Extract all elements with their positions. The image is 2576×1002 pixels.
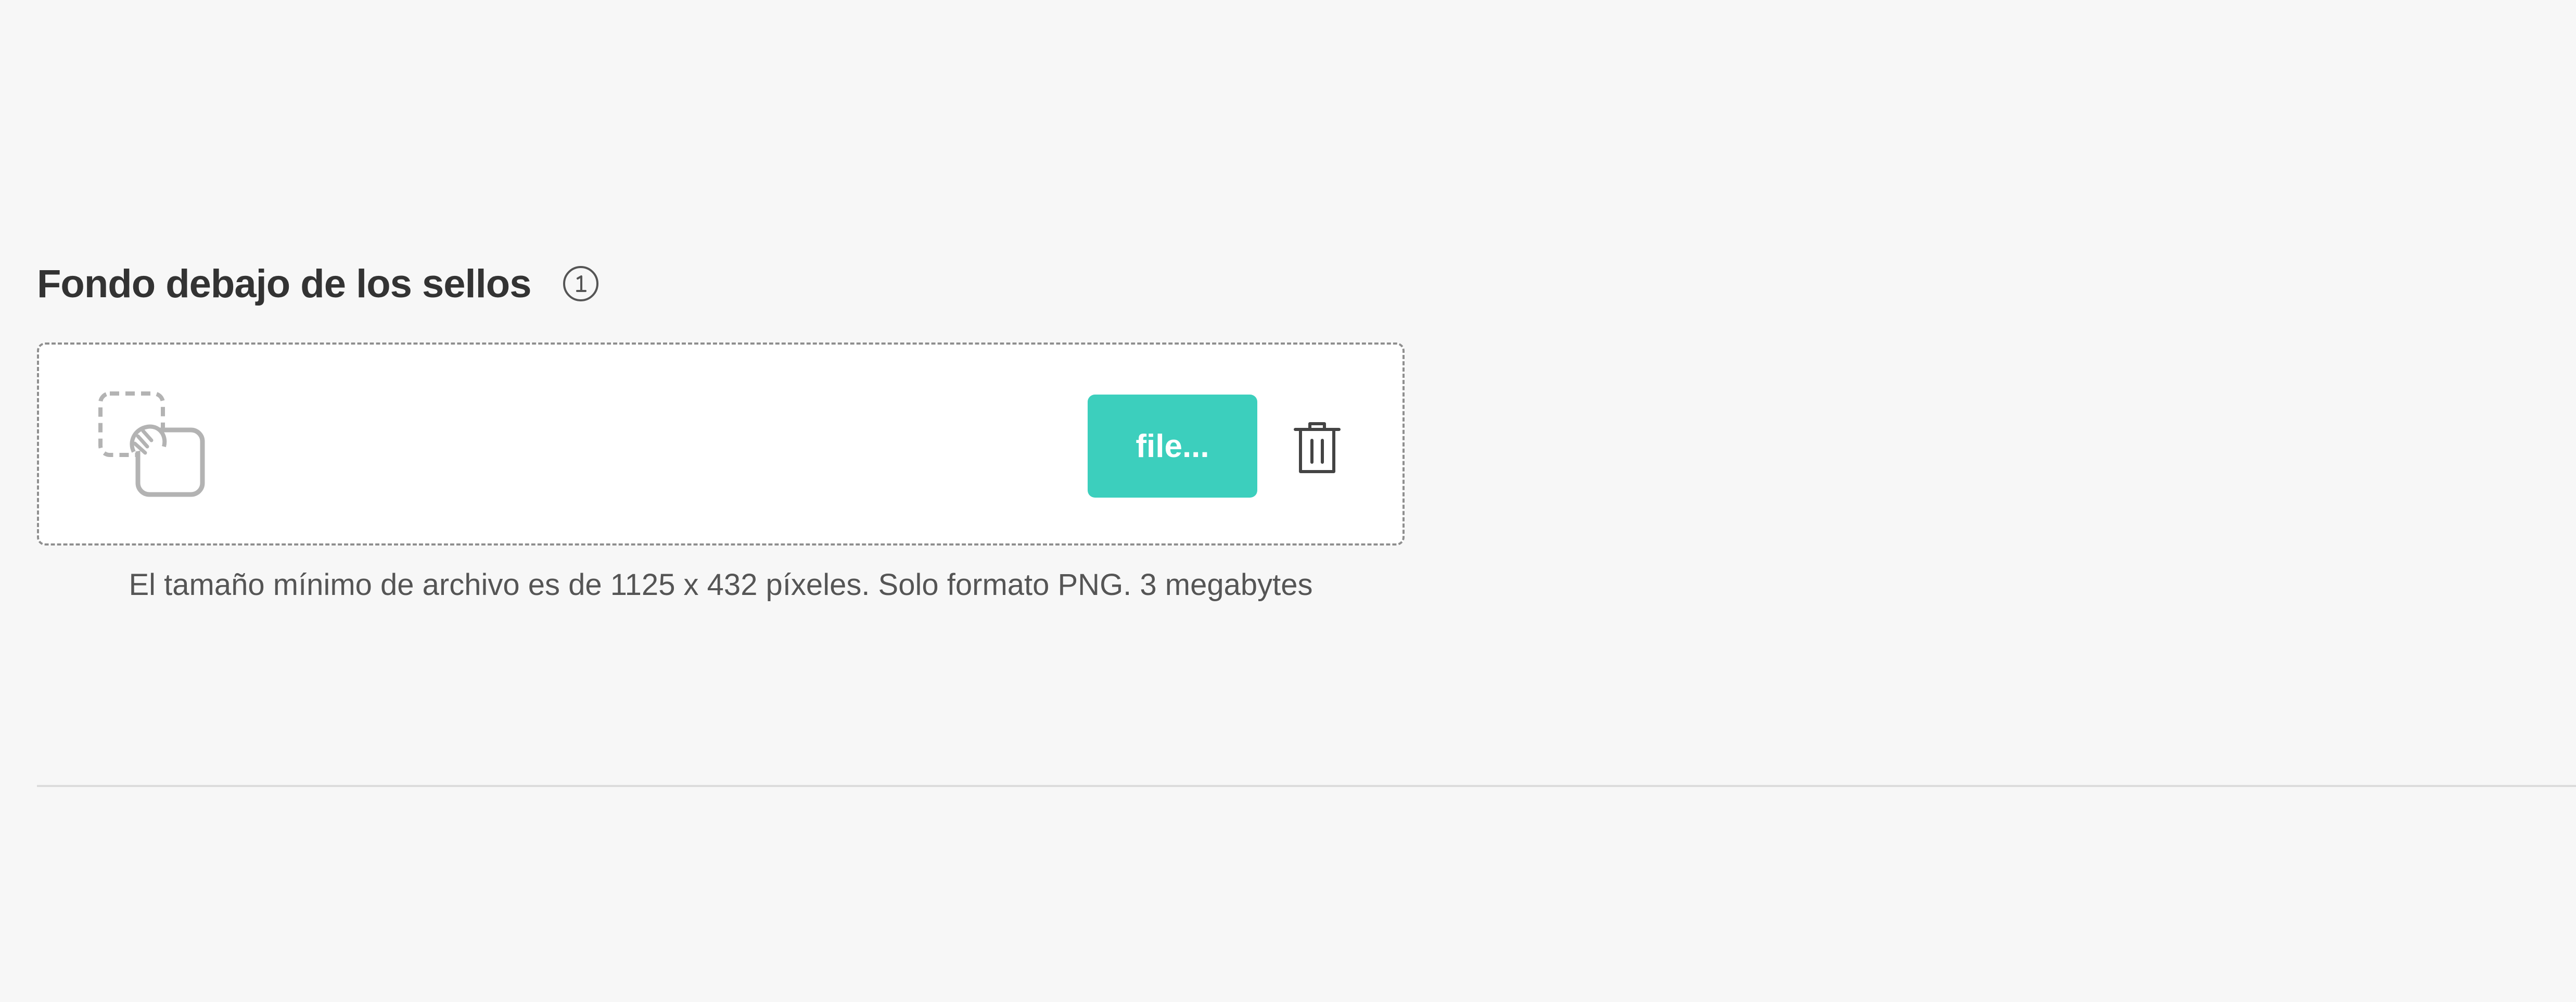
section-divider <box>37 785 2576 787</box>
image-placeholder-icon <box>97 390 208 501</box>
file-dropzone[interactable]: file... <box>37 343 1405 546</box>
trash-icon[interactable] <box>1292 421 1342 476</box>
info-circle-icon[interactable] <box>562 265 600 302</box>
choose-file-button[interactable]: file... <box>1088 395 1257 498</box>
section-header: Fondo debajo de los sellos <box>37 255 1409 312</box>
background-upload-section: Fondo debajo de los sellos file... El ta… <box>37 255 1409 602</box>
upload-requirements-hint: El tamaño mínimo de archivo es de 1125 x… <box>129 568 1313 602</box>
section-title: Fondo debajo de los sellos <box>37 261 531 306</box>
